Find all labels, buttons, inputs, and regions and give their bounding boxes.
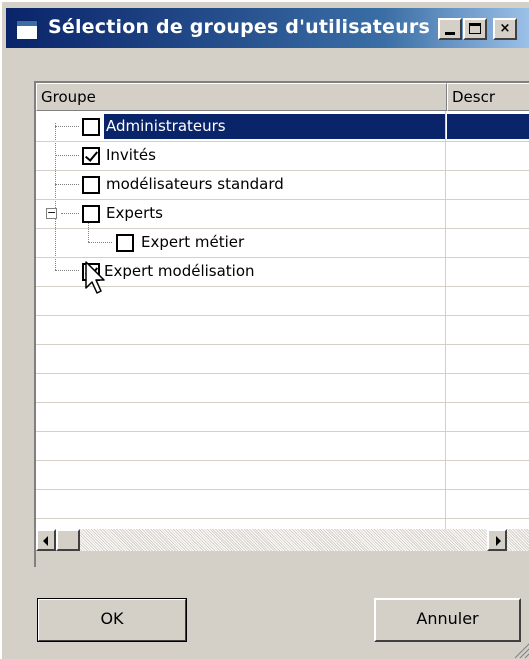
checkbox[interactable]	[82, 118, 100, 136]
list-row-empty	[36, 431, 529, 461]
list-header: Groupe Descr	[36, 83, 529, 111]
list-item-label: Expert modélisation	[104, 262, 255, 280]
dialog-window: Sélection de groupes d'utilisateurs × Gr…	[0, 0, 529, 659]
list-row-empty	[36, 402, 529, 432]
list-item[interactable]: modélisateurs standard	[36, 170, 529, 200]
column-header-groupe[interactable]: Groupe	[36, 83, 447, 111]
scroll-thumb[interactable]	[56, 529, 80, 551]
list-row-empty	[36, 344, 529, 374]
checkbox[interactable]	[82, 176, 100, 194]
list-row-empty	[36, 315, 529, 345]
horizontal-scrollbar[interactable]	[36, 529, 529, 551]
minimize-button[interactable]	[438, 18, 462, 40]
list-item-label: Experts	[106, 204, 163, 222]
checkbox[interactable]	[82, 205, 100, 223]
window-title: Sélection de groupes d'utilisateurs	[48, 16, 430, 38]
list-row-empty	[36, 373, 529, 403]
list-item[interactable]: − Experts	[36, 199, 529, 229]
window-icon	[16, 20, 38, 40]
scroll-left-button[interactable]	[36, 529, 56, 551]
collapse-icon[interactable]: −	[46, 207, 57, 219]
list-item-label: modélisateurs standard	[106, 175, 284, 193]
selection-highlight	[447, 114, 529, 139]
arrow-left-icon	[43, 536, 48, 546]
groups-list[interactable]: Groupe Descr Administrateurs Invités mod…	[34, 81, 529, 567]
resize-grip-icon[interactable]	[511, 639, 529, 659]
title-bar[interactable]: Sélection de groupes d'utilisateurs ×	[6, 8, 529, 48]
list-item[interactable]: Expert métier	[36, 228, 529, 258]
list-item-label: Expert métier	[141, 233, 245, 251]
checkbox[interactable]	[82, 147, 100, 165]
list-item-label: Administrateurs	[106, 117, 226, 135]
list-row-empty	[36, 489, 529, 519]
ok-button[interactable]: OK	[37, 598, 187, 642]
close-button[interactable]: ×	[493, 18, 517, 40]
maximize-icon	[469, 23, 481, 34]
maximize-button[interactable]	[463, 18, 487, 40]
list-item[interactable]: Administrateurs	[36, 112, 529, 142]
scroll-right-button[interactable]	[487, 529, 507, 551]
arrow-right-icon	[496, 536, 501, 546]
column-header-description[interactable]: Descr	[447, 83, 529, 111]
cancel-button[interactable]: Annuler	[374, 598, 521, 642]
list-item-label: Invités	[106, 146, 156, 164]
list-row-empty	[36, 460, 529, 490]
close-icon: ×	[499, 21, 511, 36]
mouse-cursor-icon	[85, 261, 105, 294]
minimize-icon	[445, 32, 455, 35]
list-item[interactable]: Invités	[36, 141, 529, 171]
column-separator	[445, 111, 446, 529]
checkbox[interactable]	[116, 234, 134, 252]
